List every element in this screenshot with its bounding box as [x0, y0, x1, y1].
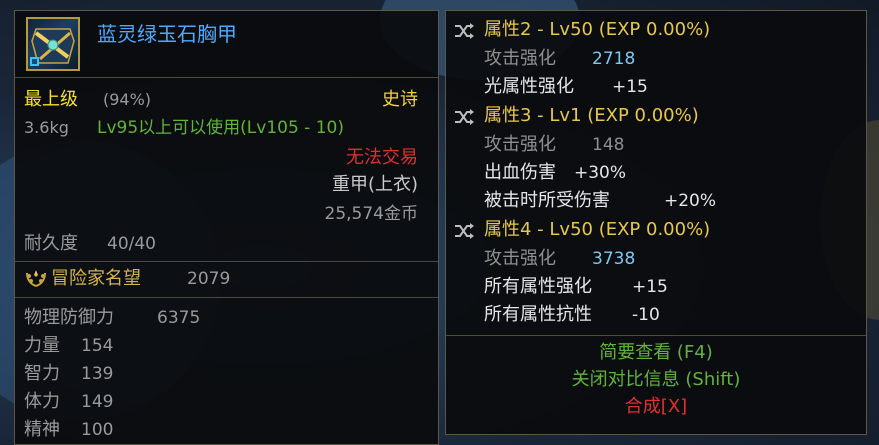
item-grade: 最上级 — [24, 89, 78, 110]
divider — [15, 77, 438, 78]
stat-value: 154 — [81, 336, 114, 356]
attribute-header: 属性4 - Lv50 (EXP 0.00%) — [484, 219, 711, 240]
item-level-requirement: Lv95以上可以使用(Lv105 - 10) — [97, 118, 344, 138]
item-tooltip-panel: 蓝灵绿玉石胸甲 最上级 (94%) 史诗 3.6kg Lv95以上可以使用(Lv… — [14, 10, 439, 445]
attribute-line-value: 2718 — [592, 49, 636, 69]
attribute-line-value: +20% — [664, 191, 717, 211]
stat-value: 149 — [81, 392, 114, 412]
stat-value: 139 — [81, 364, 114, 384]
attribute-line-value: 3738 — [592, 249, 636, 269]
summary-view-hint[interactable]: 简要查看 (F4) — [446, 342, 866, 364]
attribute-line-label: 攻击强化 — [484, 134, 556, 155]
item-grade-percent: (94%) — [103, 90, 152, 109]
synthesize-button[interactable]: 合成[X] — [446, 396, 866, 418]
stat-label: 物理防御力 — [24, 307, 114, 328]
divider — [15, 297, 438, 298]
close-compare-hint[interactable]: 关闭对比信息 (Shift) — [446, 369, 866, 391]
game-scene: 蓝灵绿玉石胸甲 最上级 (94%) 史诗 3.6kg Lv95以上可以使用(Lv… — [0, 0, 879, 445]
durability-value: 40/40 — [107, 234, 156, 254]
attribute-line-value: +15 — [632, 277, 668, 297]
attribute-line-value: -10 — [632, 305, 660, 325]
attribute-header: 属性3 - Lv1 (EXP 0.00%) — [484, 105, 699, 126]
epic-chest-armor-icon — [26, 17, 80, 71]
attribute-line-label: 被击时所受伤害 — [484, 190, 610, 211]
attribute-line-label: 攻击强化 — [484, 248, 556, 269]
divider — [15, 261, 438, 262]
attribute-line-label: 所有属性强化 — [484, 276, 592, 297]
item-name: 蓝灵绿玉石胸甲 — [97, 22, 237, 46]
divider — [446, 335, 866, 336]
item-weight: 3.6kg — [24, 118, 69, 137]
attribute-line-label: 光属性强化 — [484, 76, 574, 97]
attribute-line-label: 所有属性抗性 — [484, 304, 592, 325]
stat-label: 精神 — [24, 419, 60, 440]
durability-label: 耐久度 — [24, 233, 78, 254]
stat-label: 力量 — [24, 335, 60, 356]
attribute-line-value: +15 — [612, 77, 648, 97]
attribute-header: 属性2 - Lv50 (EXP 0.00%) — [484, 19, 711, 40]
item-trade-status: 无法交易 — [346, 147, 418, 168]
attribute-compare-panel: 属性2 - Lv50 (EXP 0.00%) 攻击强化 2718 光属性强化 +… — [445, 10, 867, 435]
item-type: 重甲(上衣) — [331, 174, 418, 195]
shuffle-icon — [455, 223, 474, 239]
attribute-line-label: 攻击强化 — [484, 48, 556, 69]
stat-value: 100 — [81, 420, 114, 440]
item-rarity: 史诗 — [382, 89, 418, 110]
fame-label: 冒险家名望 — [51, 268, 141, 289]
attribute-line-label: 出血伤害 — [484, 162, 556, 183]
attribute-line-value: +30% — [574, 163, 627, 183]
shuffle-icon — [455, 23, 474, 39]
item-price: 25,574金币 — [324, 204, 418, 224]
attribute-line-value: 148 — [592, 135, 625, 155]
stat-label: 体力 — [24, 391, 60, 412]
shuffle-icon — [455, 109, 474, 125]
fame-value: 2079 — [187, 269, 231, 289]
stat-value: 6375 — [157, 308, 201, 328]
stat-label: 智力 — [24, 363, 60, 384]
fame-laurel-icon — [26, 270, 46, 287]
